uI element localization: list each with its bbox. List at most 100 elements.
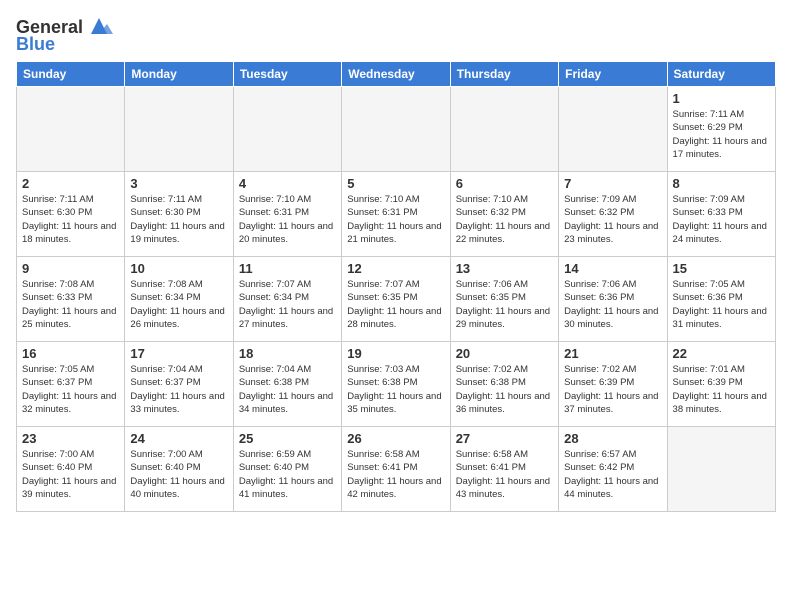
calendar-cell: 16 Sunrise: 7:05 AM Sunset: 6:37 PM Dayli… (17, 342, 125, 427)
day-info: Sunrise: 7:10 AM Sunset: 6:31 PM Dayligh… (347, 193, 444, 246)
logo-icon (85, 16, 113, 38)
calendar-cell: 18 Sunrise: 7:04 AM Sunset: 6:38 PM Dayli… (233, 342, 341, 427)
day-number: 4 (239, 176, 336, 191)
calendar-cell: 7 Sunrise: 7:09 AM Sunset: 6:32 PM Daylig… (559, 172, 667, 257)
calendar-cell: 2Sunrise: 7:11 AM Sunset: 6:30 PM Daylig… (17, 172, 125, 257)
calendar-cell: 6 Sunrise: 7:10 AM Sunset: 6:32 PM Daylig… (450, 172, 558, 257)
calendar-cell: 4 Sunrise: 7:10 AM Sunset: 6:31 PM Daylig… (233, 172, 341, 257)
calendar-week-row: 23 Sunrise: 7:00 AM Sunset: 6:40 PM Dayli… (17, 427, 776, 512)
day-number: 20 (456, 346, 553, 361)
day-number: 27 (456, 431, 553, 446)
day-number: 23 (22, 431, 119, 446)
day-info: Sunrise: 7:04 AM Sunset: 6:37 PM Dayligh… (130, 363, 227, 416)
calendar-cell: 23 Sunrise: 7:00 AM Sunset: 6:40 PM Dayli… (17, 427, 125, 512)
day-number: 13 (456, 261, 553, 276)
weekday-header: Sunday (17, 62, 125, 87)
calendar-cell: 13Sunrise: 7:06 AM Sunset: 6:35 PM Dayli… (450, 257, 558, 342)
calendar-cell (342, 87, 450, 172)
day-info: Sunrise: 7:03 AM Sunset: 6:38 PM Dayligh… (347, 363, 444, 416)
day-info: Sunrise: 6:57 AM Sunset: 6:42 PM Dayligh… (564, 448, 661, 501)
calendar-week-row: 9 Sunrise: 7:08 AM Sunset: 6:33 PM Daylig… (17, 257, 776, 342)
day-number: 21 (564, 346, 661, 361)
day-number: 28 (564, 431, 661, 446)
day-info: Sunrise: 7:09 AM Sunset: 6:32 PM Dayligh… (564, 193, 661, 246)
calendar-cell: 15 Sunrise: 7:05 AM Sunset: 6:36 PM Dayli… (667, 257, 775, 342)
day-info: Sunrise: 7:00 AM Sunset: 6:40 PM Dayligh… (130, 448, 227, 501)
weekday-header: Friday (559, 62, 667, 87)
day-number: 22 (673, 346, 770, 361)
day-info: Sunrise: 6:59 AM Sunset: 6:40 PM Dayligh… (239, 448, 336, 501)
day-number: 19 (347, 346, 444, 361)
calendar-cell: 1 Sunrise: 7:11 AM Sunset: 6:29 PM Daylig… (667, 87, 775, 172)
calendar-cell: 20 Sunrise: 7:02 AM Sunset: 6:38 PM Dayli… (450, 342, 558, 427)
calendar-week-row: 2Sunrise: 7:11 AM Sunset: 6:30 PM Daylig… (17, 172, 776, 257)
day-info: Sunrise: 7:11 AM Sunset: 6:29 PM Dayligh… (673, 108, 770, 161)
calendar-cell: 25 Sunrise: 6:59 AM Sunset: 6:40 PM Dayli… (233, 427, 341, 512)
weekday-header: Saturday (667, 62, 775, 87)
day-info: Sunrise: 7:10 AM Sunset: 6:31 PM Dayligh… (239, 193, 336, 246)
day-info: Sunrise: 7:10 AM Sunset: 6:32 PM Dayligh… (456, 193, 553, 246)
day-info: Sunrise: 7:08 AM Sunset: 6:34 PM Dayligh… (130, 278, 227, 331)
day-info: Sunrise: 7:06 AM Sunset: 6:36 PM Dayligh… (564, 278, 661, 331)
calendar-cell: 26 Sunrise: 6:58 AM Sunset: 6:41 PM Dayli… (342, 427, 450, 512)
day-number: 9 (22, 261, 119, 276)
calendar-week-row: 16 Sunrise: 7:05 AM Sunset: 6:37 PM Dayli… (17, 342, 776, 427)
day-number: 5 (347, 176, 444, 191)
calendar-cell: 27 Sunrise: 6:58 AM Sunset: 6:41 PM Dayli… (450, 427, 558, 512)
day-number: 3 (130, 176, 227, 191)
calendar-week-row: 1 Sunrise: 7:11 AM Sunset: 6:29 PM Daylig… (17, 87, 776, 172)
day-number: 26 (347, 431, 444, 446)
day-number: 16 (22, 346, 119, 361)
calendar-cell: 24 Sunrise: 7:00 AM Sunset: 6:40 PM Dayli… (125, 427, 233, 512)
calendar-cell: 10 Sunrise: 7:08 AM Sunset: 6:34 PM Dayli… (125, 257, 233, 342)
calendar-cell: 21 Sunrise: 7:02 AM Sunset: 6:39 PM Dayli… (559, 342, 667, 427)
calendar-cell: 11 Sunrise: 7:07 AM Sunset: 6:34 PM Dayli… (233, 257, 341, 342)
calendar-cell: 12 Sunrise: 7:07 AM Sunset: 6:35 PM Dayli… (342, 257, 450, 342)
calendar-cell: 17 Sunrise: 7:04 AM Sunset: 6:37 PM Dayli… (125, 342, 233, 427)
day-number: 6 (456, 176, 553, 191)
calendar-cell (667, 427, 775, 512)
calendar-cell (17, 87, 125, 172)
day-info: Sunrise: 7:00 AM Sunset: 6:40 PM Dayligh… (22, 448, 119, 501)
day-number: 10 (130, 261, 227, 276)
day-number: 17 (130, 346, 227, 361)
day-info: Sunrise: 7:04 AM Sunset: 6:38 PM Dayligh… (239, 363, 336, 416)
day-number: 24 (130, 431, 227, 446)
day-info: Sunrise: 6:58 AM Sunset: 6:41 PM Dayligh… (456, 448, 553, 501)
day-number: 11 (239, 261, 336, 276)
day-info: Sunrise: 7:08 AM Sunset: 6:33 PM Dayligh… (22, 278, 119, 331)
calendar-cell: 5 Sunrise: 7:10 AM Sunset: 6:31 PM Daylig… (342, 172, 450, 257)
day-info: Sunrise: 7:02 AM Sunset: 6:38 PM Dayligh… (456, 363, 553, 416)
day-info: Sunrise: 7:07 AM Sunset: 6:34 PM Dayligh… (239, 278, 336, 331)
weekday-header: Thursday (450, 62, 558, 87)
calendar-cell: 19 Sunrise: 7:03 AM Sunset: 6:38 PM Dayli… (342, 342, 450, 427)
calendar-cell: 9 Sunrise: 7:08 AM Sunset: 6:33 PM Daylig… (17, 257, 125, 342)
day-info: Sunrise: 7:11 AM Sunset: 6:30 PM Dayligh… (22, 193, 119, 246)
calendar-cell (450, 87, 558, 172)
day-info: Sunrise: 7:01 AM Sunset: 6:39 PM Dayligh… (673, 363, 770, 416)
logo-blue-text: Blue (16, 34, 55, 55)
day-number: 18 (239, 346, 336, 361)
day-number: 14 (564, 261, 661, 276)
calendar-cell: 8Sunrise: 7:09 AM Sunset: 6:33 PM Daylig… (667, 172, 775, 257)
day-number: 7 (564, 176, 661, 191)
calendar-table: SundayMondayTuesdayWednesdayThursdayFrid… (16, 61, 776, 512)
day-info: Sunrise: 6:58 AM Sunset: 6:41 PM Dayligh… (347, 448, 444, 501)
day-number: 15 (673, 261, 770, 276)
day-info: Sunrise: 7:05 AM Sunset: 6:36 PM Dayligh… (673, 278, 770, 331)
weekday-header: Wednesday (342, 62, 450, 87)
day-number: 25 (239, 431, 336, 446)
weekday-header: Tuesday (233, 62, 341, 87)
day-number: 12 (347, 261, 444, 276)
weekday-header-row: SundayMondayTuesdayWednesdayThursdayFrid… (17, 62, 776, 87)
calendar-cell (233, 87, 341, 172)
calendar-cell: 22 Sunrise: 7:01 AM Sunset: 6:39 PM Dayli… (667, 342, 775, 427)
day-info: Sunrise: 7:07 AM Sunset: 6:35 PM Dayligh… (347, 278, 444, 331)
day-info: Sunrise: 7:02 AM Sunset: 6:39 PM Dayligh… (564, 363, 661, 416)
day-info: Sunrise: 7:11 AM Sunset: 6:30 PM Dayligh… (130, 193, 227, 246)
day-number: 1 (673, 91, 770, 106)
day-number: 8 (673, 176, 770, 191)
day-info: Sunrise: 7:05 AM Sunset: 6:37 PM Dayligh… (22, 363, 119, 416)
logo: General Blue (16, 16, 113, 55)
page-header: General Blue (16, 16, 776, 55)
